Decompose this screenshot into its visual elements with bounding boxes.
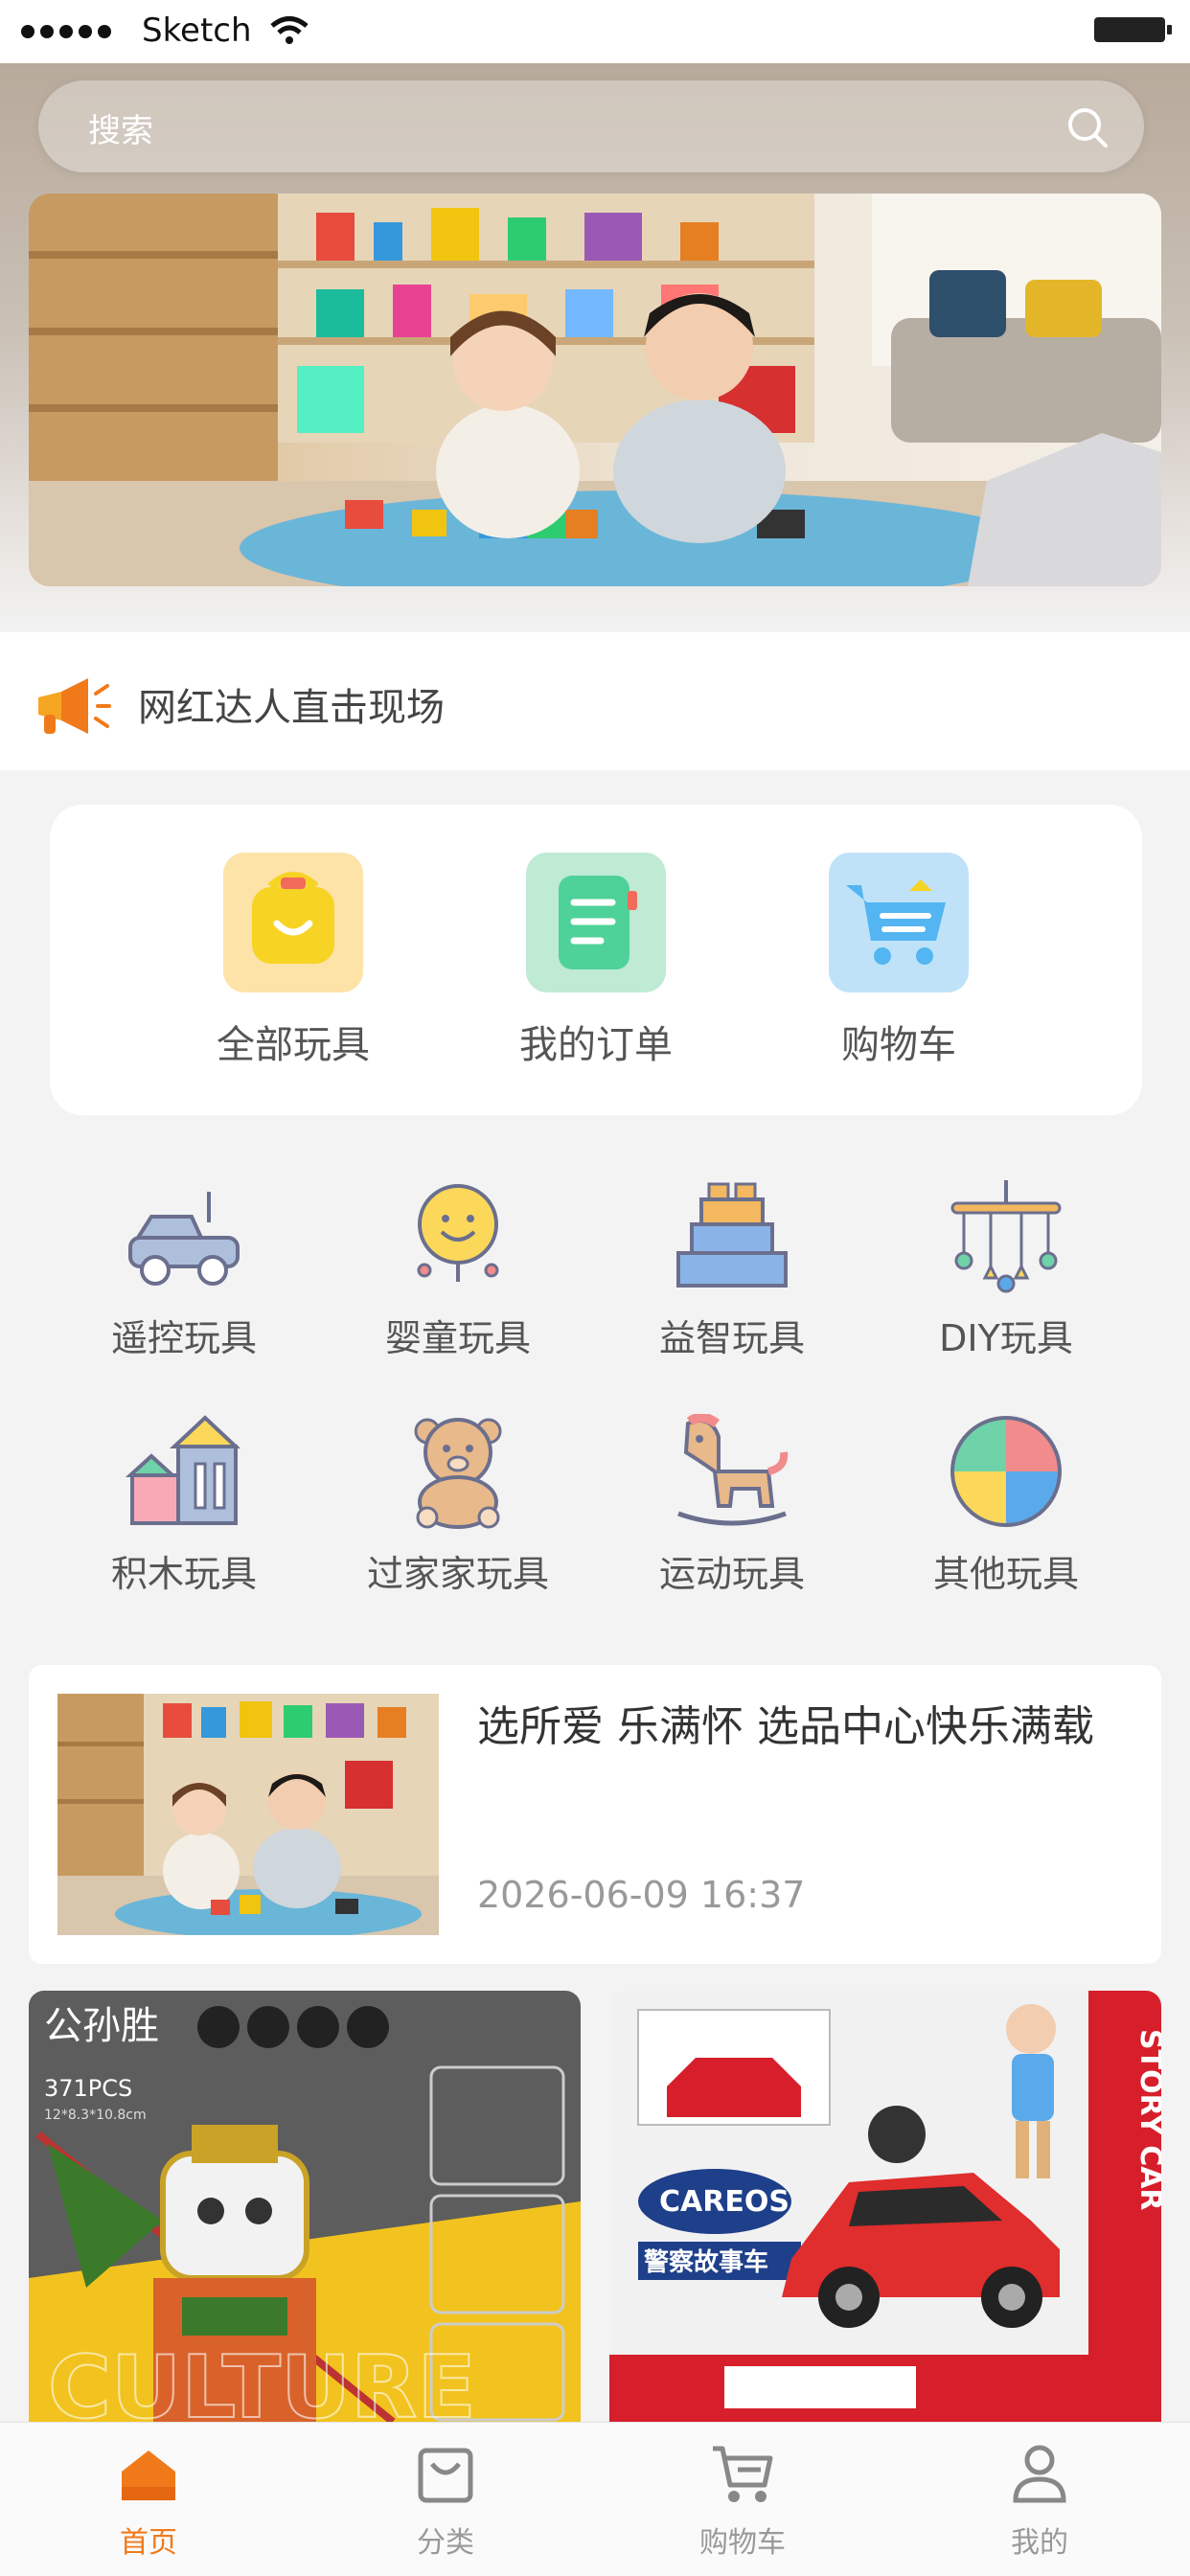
toy-car-product-image: STORY CAR CAREOS 警察故事车 (609, 1991, 1161, 2422)
tab-label: 购物车 (699, 2526, 786, 2560)
product-pieces-text: 371PCS (44, 2075, 132, 2102)
status-bar: Sketch (0, 0, 1190, 63)
teddy-bear-icon (324, 1404, 592, 1529)
quick-action-all-toys[interactable]: 全部玩具 (169, 853, 418, 1069)
category-rc-toys[interactable]: 遥控玩具 (50, 1169, 318, 1361)
quick-action-label: 全部玩具 (217, 1023, 370, 1067)
product-size-text: 12*8.3*10.8cm (44, 2108, 147, 2123)
tab-label: 分类 (417, 2526, 474, 2560)
product-brand-text: STORY CAR (1133, 2029, 1161, 2211)
quick-action-cart[interactable]: 购物车 (774, 853, 1023, 1069)
puzzle-blocks-icon (598, 1169, 866, 1293)
battery-icon (1094, 17, 1172, 42)
profile-icon (891, 2440, 1188, 2509)
notice-text: 网红达人直击现场 (138, 686, 445, 730)
category-label: DIY玩具 (939, 1317, 1073, 1359)
article-title: 选所爱 乐满怀 选品中心快乐满载 (477, 1702, 1094, 1751)
banner-image[interactable] (29, 194, 1161, 586)
product-brand-text: 公孙胜 (44, 2004, 159, 2048)
svg-text:CULTURE: CULTURE (48, 2337, 476, 2422)
search-icon[interactable] (1065, 105, 1110, 153)
category-baby-toys[interactable]: 婴童玩具 (324, 1169, 592, 1361)
quick-actions-panel: 全部玩具 我的订单 购物车 (50, 805, 1142, 1115)
beach-ball-icon (872, 1404, 1140, 1529)
tab-label: 首页 (120, 2526, 177, 2560)
product-box-text: CAREOS (659, 2185, 790, 2219)
product-grid: 公孙胜 371PCS 12*8.3*10.8cm CULTURE STORY C… (0, 1991, 1190, 2422)
category-label: 婴童玩具 (384, 1317, 531, 1359)
category-playhouse-toys[interactable]: 过家家玩具 (324, 1404, 592, 1597)
rc-car-icon (50, 1169, 318, 1293)
carrier-label: Sketch (142, 11, 252, 50)
lego-figure-product-image: 公孙胜 371PCS 12*8.3*10.8cm CULTURE (29, 1991, 581, 2422)
quick-action-label: 我的订单 (519, 1023, 673, 1067)
tab-category[interactable]: 分类 (297, 2440, 594, 2561)
mobile-hanging-icon (872, 1169, 1140, 1293)
category-bag-icon (297, 2440, 594, 2509)
quick-action-my-orders[interactable]: 我的订单 (471, 853, 721, 1069)
category-grid: 遥控玩具 婴童玩具 益智玩具 DIY玩具 积木玩具 过家家玩具 运动玩具 其他玩… (0, 1169, 1190, 1629)
backpack-icon (223, 853, 363, 992)
category-label: 积木玩具 (110, 1553, 257, 1595)
category-block-toys[interactable]: 积木玩具 (50, 1404, 318, 1597)
tab-mine[interactable]: 我的 (891, 2440, 1188, 2561)
category-label: 遥控玩具 (110, 1317, 257, 1359)
tab-cart[interactable]: 购物车 (594, 2440, 891, 2561)
tab-bar: 首页 分类 购物车 我的 (0, 2422, 1190, 2576)
category-label: 益智玩具 (658, 1317, 805, 1359)
search-bar[interactable]: 搜索 (38, 80, 1144, 172)
product-card[interactable]: STORY CAR CAREOS 警察故事车 (609, 1991, 1161, 2422)
order-book-icon (526, 853, 666, 992)
cart-icon (829, 853, 969, 992)
category-educational-toys[interactable]: 益智玩具 (598, 1169, 866, 1361)
category-sports-toys[interactable]: 运动玩具 (598, 1404, 866, 1597)
quick-action-label: 购物车 (841, 1023, 956, 1067)
article-date: 2026-06-09 16:37 (477, 1874, 806, 1916)
product-sub-text: 警察故事车 (644, 2247, 768, 2277)
home-icon (0, 2440, 297, 2509)
search-placeholder: 搜索 (88, 112, 153, 150)
category-label: 运动玩具 (658, 1553, 805, 1595)
signal-icon (21, 25, 111, 38)
building-blocks-icon (50, 1404, 318, 1529)
article-card[interactable]: 选所爱 乐满怀 选品中心快乐满载 2026-06-09 16:37 (29, 1665, 1161, 1964)
notice-bar[interactable]: 网红达人直击现场 (0, 632, 1190, 770)
category-diy-toys[interactable]: DIY玩具 (872, 1169, 1140, 1361)
hero-section: 搜索 (0, 63, 1190, 632)
article-thumbnail (57, 1694, 439, 1935)
category-label: 过家家玩具 (366, 1553, 549, 1595)
baby-rattle-icon (324, 1169, 592, 1293)
rocking-horse-icon (598, 1404, 866, 1529)
category-label: 其他玩具 (932, 1553, 1079, 1595)
tab-home[interactable]: 首页 (0, 2440, 297, 2561)
wifi-icon (270, 15, 309, 50)
cart-icon (594, 2440, 891, 2509)
category-other-toys[interactable]: 其他玩具 (872, 1404, 1140, 1597)
megaphone-icon (33, 672, 111, 743)
product-card[interactable]: 公孙胜 371PCS 12*8.3*10.8cm CULTURE (29, 1991, 581, 2422)
tab-label: 我的 (1011, 2526, 1068, 2560)
